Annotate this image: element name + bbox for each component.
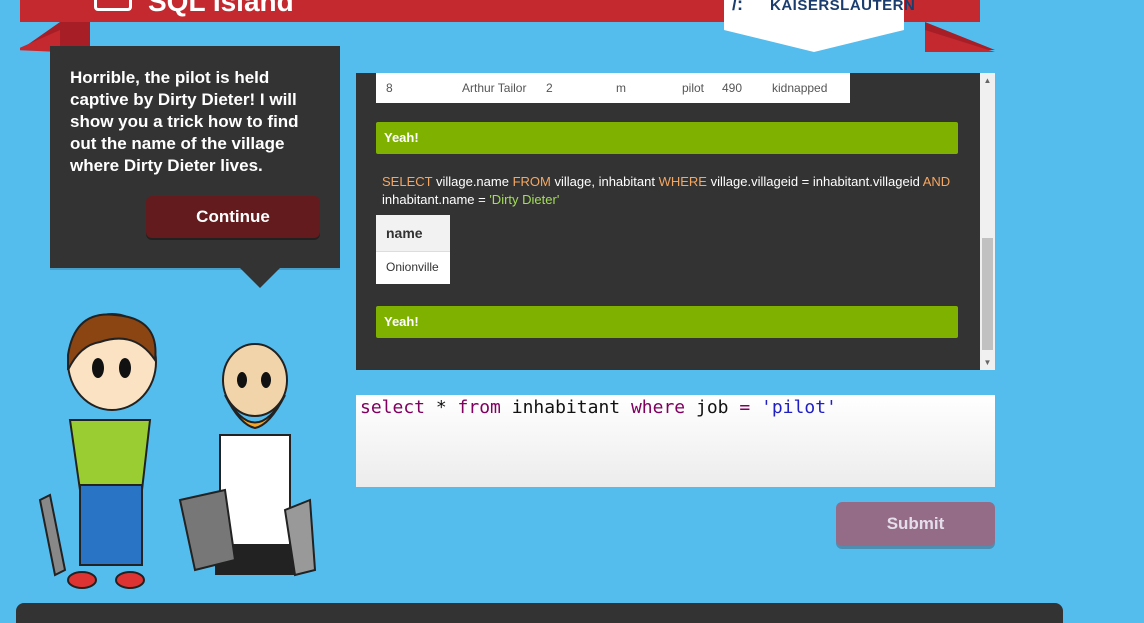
table-row: 8 Arthur Tailor 2 m pilot 490 kidnapped: [376, 73, 850, 103]
continue-button[interactable]: Continue: [146, 196, 320, 238]
characters-illustration: [38, 313, 317, 589]
table-cell: 8: [386, 81, 393, 95]
output-scrollbar[interactable]: ▲ ▼: [980, 73, 995, 370]
table-cell: kidnapped: [772, 81, 828, 95]
university-logo-icon: /:: [732, 0, 743, 14]
story-dialog: Horrible, the pilot is held captive by D…: [50, 46, 340, 288]
previous-result-table: 8 Arthur Tailor 2 m pilot 490 kidnapped: [376, 73, 850, 103]
app-title: SQL Island: [148, 0, 294, 17]
scroll-thumb[interactable]: [982, 238, 993, 350]
query-output-panel[interactable]: 8 Arthur Tailor 2 m pilot 490 kidnapped …: [356, 73, 995, 370]
table-cell: 2: [546, 81, 553, 95]
sql-input-text[interactable]: select * from inhabitant where job = 'pi…: [360, 397, 837, 418]
bottom-bar: [16, 603, 1063, 623]
table-cell: 490: [722, 81, 743, 95]
table-cell: Onionville: [376, 251, 450, 284]
table-cell: m: [616, 81, 626, 95]
success-message: Yeah!: [376, 306, 958, 338]
executed-query: SELECT village.name FROM village, inhabi…: [382, 174, 951, 207]
scroll-up-icon[interactable]: ▲: [980, 73, 995, 88]
table-cell: pilot: [682, 81, 705, 95]
sql-input-editor[interactable]: select * from inhabitant where job = 'pi…: [356, 395, 995, 487]
submit-button[interactable]: Submit: [836, 502, 995, 546]
university-label: KAISERSLAUTERN: [770, 0, 916, 14]
boy-character-icon: [38, 313, 157, 589]
scroll-down-icon[interactable]: ▼: [980, 355, 995, 370]
table-row: Onionville: [376, 251, 450, 284]
dialog-text: Horrible, the pilot is held captive by D…: [70, 68, 299, 175]
success-message: Yeah!: [376, 122, 958, 154]
table-cell: Arthur Tailor: [462, 81, 527, 95]
island-logo-icon: [94, 0, 132, 11]
query-result-table: name Onionville: [376, 215, 450, 284]
column-header: name: [376, 215, 450, 252]
dwarf-character-icon: [178, 343, 317, 577]
